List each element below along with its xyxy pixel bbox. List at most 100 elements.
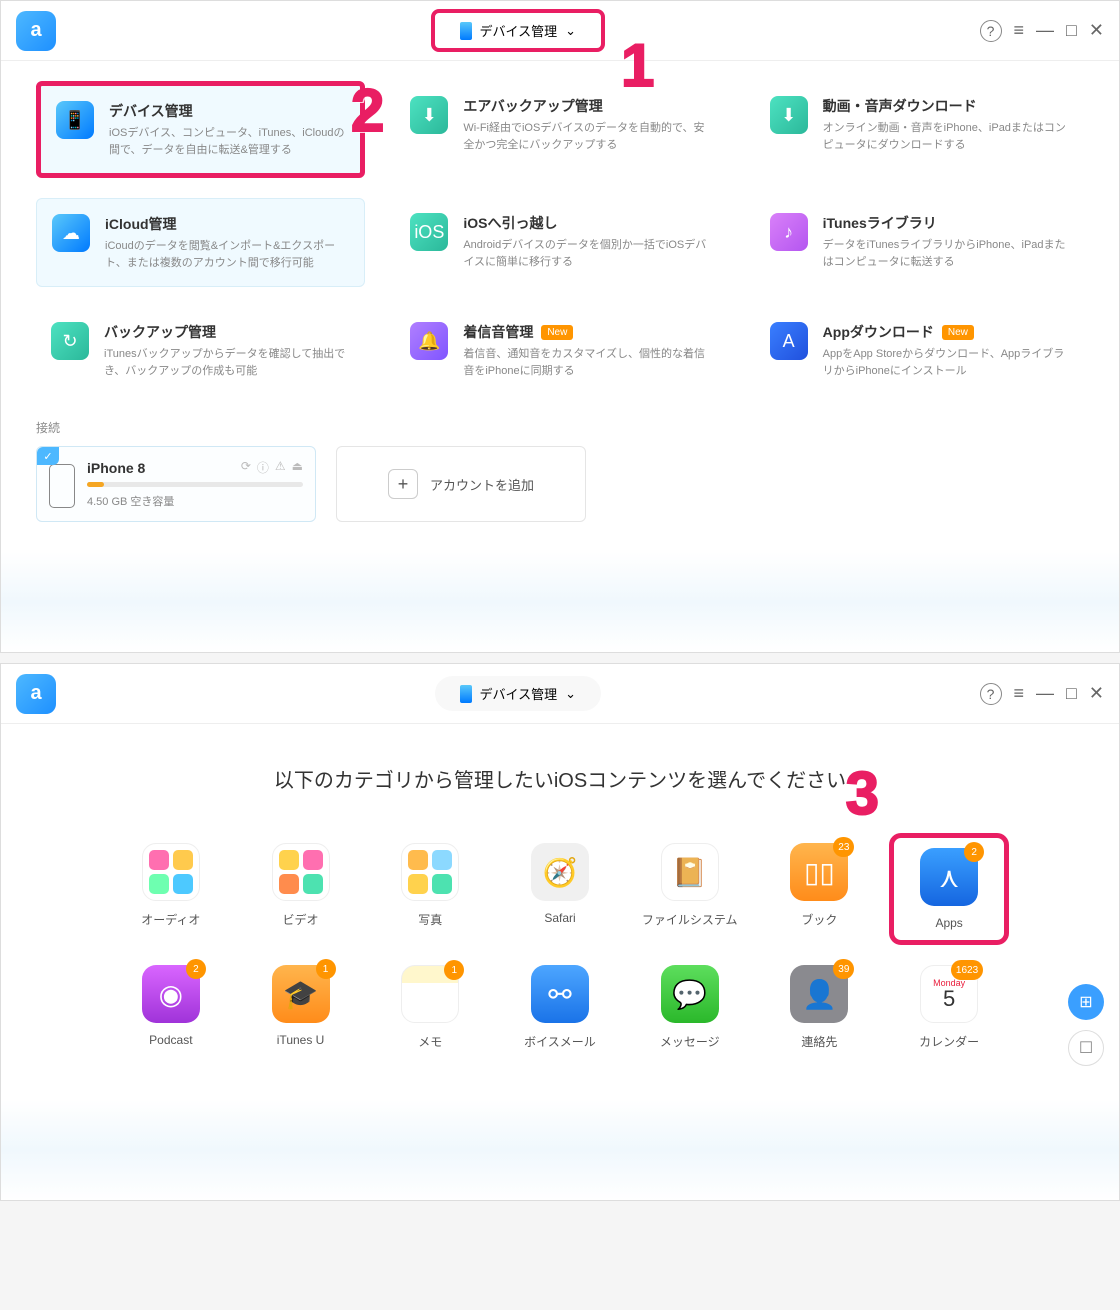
- tile-icon: 📱: [56, 101, 94, 139]
- device-dropdown[interactable]: デバイス管理 ⌄: [431, 9, 606, 52]
- category-label: Apps: [935, 916, 962, 930]
- help-icon[interactable]: ?: [980, 683, 1002, 705]
- category-label: ビデオ: [283, 911, 319, 928]
- category-item[interactable]: 1 メモ: [380, 965, 480, 1050]
- callout-2: 2: [351, 76, 384, 145]
- eject-icon[interactable]: ⏏: [292, 459, 303, 476]
- count-badge: 1: [444, 960, 464, 980]
- category-label: ボイスメール: [524, 1033, 596, 1050]
- phone-icon: [460, 685, 472, 703]
- category-icon: 📔: [661, 843, 719, 901]
- category-icon: 👤39: [790, 965, 848, 1023]
- category-icon: 💬: [661, 965, 719, 1023]
- feature-tile[interactable]: 🔔 着信音管理New 着信音、通知音をカスタマイズし、個性的な着信音をiPhon…: [395, 307, 724, 394]
- feature-tile[interactable]: ↻ バックアップ管理 iTunesバックアップからデータを確認して抽出でき、バッ…: [36, 307, 365, 394]
- category-label: iTunes U: [277, 1033, 325, 1047]
- category-label: カレンダー: [919, 1033, 979, 1050]
- feature-tile[interactable]: iOS iOSへ引っ越し Androidデバイスのデータを個別か一括でiOSデバ…: [395, 198, 724, 287]
- maximize-icon[interactable]: □: [1066, 20, 1077, 41]
- category-item[interactable]: ⚯ ボイスメール: [510, 965, 610, 1050]
- menu-icon[interactable]: ≡: [1014, 20, 1025, 41]
- tile-title: iTunesライブラリ: [823, 213, 1069, 233]
- side-buttons: ⊞ ☐: [1068, 984, 1104, 1066]
- callout-1: 1: [621, 31, 654, 100]
- minimize-icon[interactable]: —: [1036, 20, 1054, 41]
- category-item[interactable]: 👤39 連絡先: [770, 965, 870, 1050]
- chevron-down-icon: ⌄: [565, 23, 576, 39]
- list-view-button[interactable]: ☐: [1068, 1030, 1104, 1066]
- count-badge: 1623: [951, 960, 983, 980]
- category-item[interactable]: Monday51623 カレンダー: [899, 965, 999, 1050]
- minimize-icon[interactable]: —: [1036, 683, 1054, 704]
- dropdown-label: デバイス管理: [480, 21, 558, 40]
- refresh-icon[interactable]: ⟳: [241, 459, 251, 476]
- category-item[interactable]: 💬 メッセージ: [640, 965, 740, 1050]
- category-item[interactable]: ビデオ: [251, 843, 351, 935]
- category-label: ブック: [801, 911, 837, 928]
- category-label: 写真: [418, 911, 442, 928]
- device-dropdown[interactable]: デバイス管理 ⌄: [435, 676, 602, 711]
- device-phone-icon: [49, 464, 75, 508]
- tile-icon: ⬇: [410, 96, 448, 134]
- category-icon: ◉2: [142, 965, 200, 1023]
- tile-icon: A: [770, 322, 808, 360]
- tile-desc: iCoudのデータを閲覧&インポート&エクスポート、または複数のアカウント間で移…: [105, 238, 349, 271]
- tile-desc: iTunesバックアップからデータを確認して抽出でき、バックアップの作成も可能: [104, 346, 350, 379]
- tile-desc: Wi-Fi経由でiOSデバイスのデータを自動的で、安全かつ完全にバックアップする: [463, 120, 709, 153]
- category-item[interactable]: 🎓1 iTunes U: [251, 965, 351, 1050]
- dropdown-label: デバイス管理: [480, 684, 558, 703]
- content-heading: 以下のカテゴリから管理したいiOSコンテンツを選んでください: [1, 764, 1119, 793]
- tile-title: iOSへ引っ越し: [463, 213, 709, 233]
- app-logo: a: [16, 674, 56, 714]
- category-label: 連絡先: [801, 1033, 837, 1050]
- category-item[interactable]: 📔 ファイルシステム: [640, 843, 740, 935]
- warn-icon[interactable]: ⚠: [275, 459, 286, 476]
- category-icon: 🧭: [531, 843, 589, 901]
- help-icon[interactable]: ?: [980, 20, 1002, 42]
- count-badge: 23: [833, 837, 854, 857]
- category-item[interactable]: ◉2 Podcast: [121, 965, 221, 1050]
- feature-tile[interactable]: ♪ iTunesライブラリ データをiTunesライブラリからiPhone、iP…: [755, 198, 1084, 287]
- new-badge: New: [541, 325, 573, 340]
- menu-icon[interactable]: ≡: [1014, 683, 1025, 704]
- tile-icon: ☁: [52, 214, 90, 252]
- category-icon: ⚯: [531, 965, 589, 1023]
- category-item[interactable]: ⋏2 Apps: [889, 833, 1009, 945]
- connect-label: 接続: [36, 419, 1084, 436]
- check-icon: ✓: [37, 447, 59, 465]
- count-badge: 1: [316, 959, 336, 979]
- wave-decoration: [1, 552, 1119, 652]
- maximize-icon[interactable]: □: [1066, 683, 1077, 704]
- category-item[interactable]: 🧭 Safari: [510, 843, 610, 935]
- category-item[interactable]: 写真: [380, 843, 480, 935]
- storage-text: 4.50 GB 空き容量: [87, 493, 303, 509]
- tile-desc: Androidデバイスのデータを個別か一括でiOSデバイスに簡単に移行する: [463, 237, 709, 270]
- feature-tile[interactable]: ☁ iCloud管理 iCoudのデータを閲覧&インポート&エクスポート、または…: [36, 198, 365, 287]
- add-account-button[interactable]: + アカウントを追加: [336, 446, 586, 522]
- feature-tile[interactable]: A AppダウンロードNew AppをApp Storeからダウンロード、App…: [755, 307, 1084, 394]
- close-icon[interactable]: ✕: [1089, 20, 1104, 41]
- grid-view-button[interactable]: ⊞: [1068, 984, 1104, 1020]
- category-item[interactable]: ▯▯23 ブック: [770, 843, 870, 935]
- tile-icon: 🔔: [410, 322, 448, 360]
- tile-title: iCloud管理: [105, 214, 349, 234]
- close-icon[interactable]: ✕: [1089, 683, 1104, 704]
- feature-tile[interactable]: ⬇ エアバックアップ管理 Wi-Fi経由でiOSデバイスのデータを自動的で、安全…: [395, 81, 724, 178]
- category-icon: [272, 843, 330, 901]
- info-icon[interactable]: ⓘ: [257, 459, 269, 476]
- titlebar: a デバイス管理 ⌄ ? ≡ — □ ✕: [1, 664, 1119, 724]
- tile-title: 動画・音声ダウンロード: [823, 96, 1069, 116]
- device-actions: ⟳ ⓘ ⚠ ⏏: [241, 459, 303, 476]
- wave-decoration: [1, 1100, 1119, 1200]
- feature-tile[interactable]: ⬇ 動画・音声ダウンロード オンライン動画・音声をiPhone、iPadまたはコ…: [755, 81, 1084, 178]
- category-item[interactable]: オーディオ: [121, 843, 221, 935]
- chevron-down-icon: ⌄: [565, 686, 576, 702]
- window-main-menu: a デバイス管理 ⌄ ? ≡ — □ ✕ 1 2 📱 デバイス管理 iOSデバイ…: [0, 0, 1120, 653]
- tile-desc: iOSデバイス、コンピュータ、iTunes、iCloudの間で、データを自由に転…: [109, 125, 345, 158]
- device-card[interactable]: ✓ iPhone 8 ⟳ ⓘ ⚠ ⏏ 4.50 GB 空き容量: [36, 446, 316, 522]
- count-badge: 2: [964, 842, 984, 862]
- category-icon: ▯▯23: [790, 843, 848, 901]
- add-account-label: アカウントを追加: [430, 475, 534, 494]
- feature-tile[interactable]: 📱 デバイス管理 iOSデバイス、コンピュータ、iTunes、iCloudの間で…: [36, 81, 365, 178]
- phone-icon: [460, 22, 472, 40]
